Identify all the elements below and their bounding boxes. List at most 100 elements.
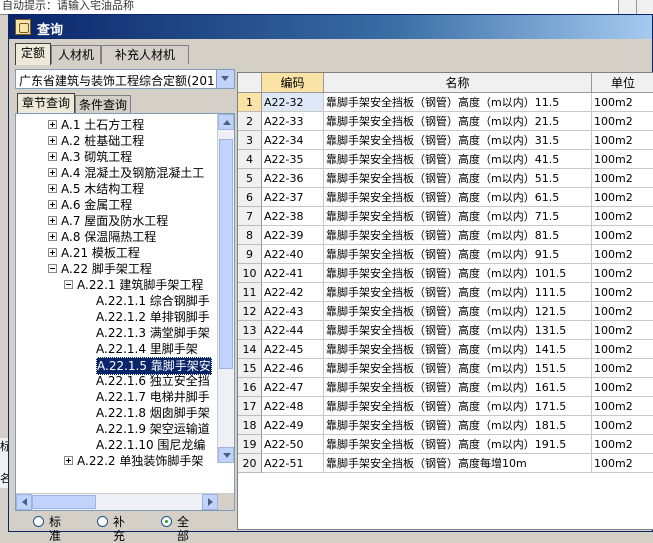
cell-name[interactable]: 靠脚手架安全挡板（钢管）高度（m以内）71.5 bbox=[324, 207, 592, 226]
cell-unit[interactable]: 100m2 bbox=[592, 416, 653, 435]
cell-code[interactable]: A22-44 bbox=[262, 321, 324, 340]
cell-code[interactable]: A22-35 bbox=[262, 150, 324, 169]
title-bar[interactable]: 查询 bbox=[9, 15, 652, 39]
scroll-thumb[interactable] bbox=[219, 139, 233, 369]
row-number[interactable]: 2 bbox=[238, 112, 262, 131]
expand-plus-icon[interactable] bbox=[48, 120, 57, 129]
expand-plus-icon[interactable] bbox=[48, 216, 57, 225]
cell-code[interactable]: A22-38 bbox=[262, 207, 324, 226]
expand-plus-icon[interactable] bbox=[48, 136, 57, 145]
cell-name[interactable]: 靠脚手架安全挡板（钢管）高度（m以内）161.5 bbox=[324, 378, 592, 397]
cell-code[interactable]: A22-34 bbox=[262, 131, 324, 150]
tab-quota[interactable]: 定额 bbox=[15, 43, 51, 65]
cell-unit[interactable]: 100m2 bbox=[592, 150, 653, 169]
row-number[interactable]: 20 bbox=[238, 454, 262, 473]
quota-grid[interactable]: 编码 名称 单位 1 A22-32 靠脚手架安全挡板（钢管）高度（m以内）11.5 1… bbox=[237, 72, 653, 530]
cell-code[interactable]: A22-40 bbox=[262, 245, 324, 264]
cell-name[interactable]: 靠脚手架安全挡板（钢管）高度（m以内）21.5 bbox=[324, 112, 592, 131]
row-number[interactable]: 14 bbox=[238, 340, 262, 359]
cell-unit[interactable]: 100m2 bbox=[592, 169, 653, 188]
collapse-minus-icon[interactable] bbox=[48, 264, 57, 273]
cell-unit[interactable]: 100m2 bbox=[592, 454, 653, 473]
cell-code[interactable]: A22-43 bbox=[262, 302, 324, 321]
cell-unit[interactable]: 100m2 bbox=[592, 188, 653, 207]
cell-code[interactable]: A22-42 bbox=[262, 283, 324, 302]
expand-plus-icon[interactable] bbox=[48, 200, 57, 209]
expand-plus-icon[interactable] bbox=[48, 168, 57, 177]
cell-name[interactable]: 靠脚手架安全挡板（钢管）高度（m以内）81.5 bbox=[324, 226, 592, 245]
cell-name[interactable]: 靠脚手架安全挡板（钢管）高度（m以内）171.5 bbox=[324, 397, 592, 416]
cell-name[interactable]: 靠脚手架安全挡板（钢管）高度（m以内）191.5 bbox=[324, 435, 592, 454]
cell-unit[interactable]: 100m2 bbox=[592, 131, 653, 150]
cell-unit[interactable]: 100m2 bbox=[592, 302, 653, 321]
cell-unit[interactable]: 100m2 bbox=[592, 283, 653, 302]
row-number[interactable]: 6 bbox=[238, 188, 262, 207]
column-header-name[interactable]: 名称 bbox=[324, 73, 592, 93]
cell-code[interactable]: A22-47 bbox=[262, 378, 324, 397]
scroll-left-icon[interactable] bbox=[16, 494, 32, 510]
row-number[interactable]: 17 bbox=[238, 397, 262, 416]
row-number[interactable]: 8 bbox=[238, 226, 262, 245]
tab-labor-material-machine[interactable]: 人材机 bbox=[51, 45, 101, 64]
expand-plus-icon[interactable] bbox=[48, 248, 57, 257]
tab-condition-query[interactable]: 条件查询 bbox=[75, 95, 131, 113]
row-number[interactable]: 19 bbox=[238, 435, 262, 454]
row-number[interactable]: 16 bbox=[238, 378, 262, 397]
row-number[interactable]: 13 bbox=[238, 321, 262, 340]
collapse-minus-icon[interactable] bbox=[64, 280, 73, 289]
cell-name[interactable]: 靠脚手架安全挡板（钢管）高度（m以内）41.5 bbox=[324, 150, 592, 169]
cell-code[interactable]: A22-39 bbox=[262, 226, 324, 245]
cell-code[interactable]: A22-48 bbox=[262, 397, 324, 416]
cell-unit[interactable]: 100m2 bbox=[592, 321, 653, 340]
cell-code[interactable]: A22-36 bbox=[262, 169, 324, 188]
cell-unit[interactable]: 100m2 bbox=[592, 226, 653, 245]
cell-unit[interactable]: 100m2 bbox=[592, 435, 653, 454]
chevron-down-icon[interactable] bbox=[216, 70, 234, 88]
column-header-code[interactable]: 编码 bbox=[262, 73, 324, 93]
cell-unit[interactable]: 100m2 bbox=[592, 340, 653, 359]
row-number[interactable]: 10 bbox=[238, 264, 262, 283]
quota-library-select[interactable]: 广东省建筑与装饰工程综合定额(2010) bbox=[15, 69, 235, 89]
row-number[interactable]: 7 bbox=[238, 207, 262, 226]
cell-unit[interactable]: 100m2 bbox=[592, 397, 653, 416]
row-number[interactable]: 5 bbox=[238, 169, 262, 188]
row-number[interactable]: 12 bbox=[238, 302, 262, 321]
expand-plus-icon[interactable] bbox=[48, 232, 57, 241]
cell-name[interactable]: 靠脚手架安全挡板（钢管）高度（m以内）91.5 bbox=[324, 245, 592, 264]
scroll-right-icon[interactable] bbox=[202, 494, 218, 510]
row-number[interactable]: 18 bbox=[238, 416, 262, 435]
cell-unit[interactable]: 100m2 bbox=[592, 245, 653, 264]
cell-unit[interactable]: 100m2 bbox=[592, 359, 653, 378]
cell-unit[interactable]: 100m2 bbox=[592, 264, 653, 283]
row-number[interactable]: 9 bbox=[238, 245, 262, 264]
cell-code[interactable]: A22-41 bbox=[262, 264, 324, 283]
cell-code[interactable]: A22-37 bbox=[262, 188, 324, 207]
cell-name[interactable]: 靠脚手架安全挡板（钢管）高度（m以内）141.5 bbox=[324, 340, 592, 359]
cell-name[interactable]: 靠脚手架安全挡板（钢管）高度（m以内）51.5 bbox=[324, 169, 592, 188]
cell-name[interactable]: 靠脚手架安全挡板（钢管）高度（m以内）111.5 bbox=[324, 283, 592, 302]
row-number[interactable]: 3 bbox=[238, 131, 262, 150]
tab-chapter-query[interactable]: 章节查询 bbox=[17, 93, 75, 113]
row-number[interactable]: 4 bbox=[238, 150, 262, 169]
expand-plus-icon[interactable] bbox=[48, 152, 57, 161]
tab-supplementary-lmm[interactable]: 补充人材机 bbox=[101, 45, 189, 64]
cell-unit[interactable]: 100m2 bbox=[592, 378, 653, 397]
expand-plus-icon[interactable] bbox=[48, 184, 57, 193]
cell-name[interactable]: 靠脚手架安全挡板（钢管）高度（m以内）11.5 bbox=[324, 93, 592, 112]
cell-name[interactable]: 靠脚手架安全挡板（钢管）高度（m以内）121.5 bbox=[324, 302, 592, 321]
row-number[interactable]: 15 bbox=[238, 359, 262, 378]
cell-code[interactable]: A22-45 bbox=[262, 340, 324, 359]
cell-unit[interactable]: 100m2 bbox=[592, 207, 653, 226]
cell-name[interactable]: 靠脚手架安全挡板（钢管）高度（m以内）151.5 bbox=[324, 359, 592, 378]
cell-name[interactable]: 靠脚手架安全挡板（钢管）高度（m以内）131.5 bbox=[324, 321, 592, 340]
row-number[interactable]: 11 bbox=[238, 283, 262, 302]
cell-code[interactable]: A22-46 bbox=[262, 359, 324, 378]
scroll-down-icon[interactable] bbox=[218, 447, 234, 463]
tree-horizontal-scrollbar[interactable] bbox=[16, 493, 234, 510]
cell-name[interactable]: 靠脚手架安全挡板（钢管）高度（m以内）101.5 bbox=[324, 264, 592, 283]
cell-unit[interactable]: 100m2 bbox=[592, 93, 653, 112]
scroll-up-icon[interactable] bbox=[218, 114, 234, 130]
chapter-tree[interactable]: A.1 土石方工程 A.2 桩基础工程 A.3 砌筑工程 A.4 混凝土及钢筋混凝土工… bbox=[15, 113, 235, 511]
cell-unit[interactable]: 100m2 bbox=[592, 112, 653, 131]
cell-name[interactable]: 靠脚手架安全挡板（钢管）高度（m以内）61.5 bbox=[324, 188, 592, 207]
